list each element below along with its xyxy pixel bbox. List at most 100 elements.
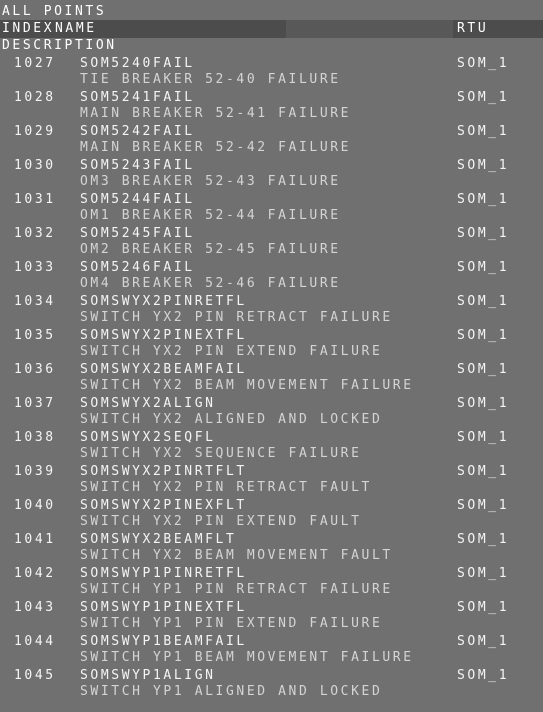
point-description: SWITCH YP1 PIN EXTEND FAILURE [80, 616, 383, 631]
point-rtu: SOM_1 [457, 634, 510, 649]
point-name: SOM5243FAIL [80, 158, 195, 173]
list-item[interactable]: 1036 SOMSWYX2BEAMFAIL SOM_1 SWITCH YX2 BEAM… [0, 360, 543, 394]
point-index: 1037 [14, 396, 56, 411]
point-description: OM4 BREAKER 52-46 FAILURE [80, 276, 341, 291]
list-item[interactable]: 1045 SOMSWYP1ALIGN SOM_1 SWITCH YP1 ALIGNED… [0, 666, 543, 700]
point-description: SWITCH YX2 PIN RETRACT FAULT [80, 480, 372, 495]
column-header: INDEX NAME RTU DESCRIPTION [0, 20, 543, 54]
point-index: 1035 [14, 328, 56, 343]
point-name: SOM5242FAIL [80, 124, 195, 139]
point-description: OM2 BREAKER 52-45 FAILURE [80, 242, 341, 257]
point-rtu: SOM_1 [457, 328, 510, 343]
list-item[interactable]: 1035 SOMSWYX2PINEXTFL SOM_1 SWITCH YX2 PIN … [0, 326, 543, 360]
list-item[interactable]: 1028 SOM5241FAIL SOM_1 MAIN BREAKER 52-41 F… [0, 88, 543, 122]
point-rtu: SOM_1 [457, 56, 510, 71]
point-name: SOMSWYX2SEQFL [80, 430, 216, 445]
point-rtu: SOM_1 [457, 362, 510, 377]
point-description: SWITCH YX2 PIN EXTEND FAULT [80, 514, 362, 529]
point-name: SOM5241FAIL [80, 90, 195, 105]
list-item[interactable]: 1043 SOMSWYP1PINEXTFL SOM_1 SWITCH YP1 PIN … [0, 598, 543, 632]
point-index: 1029 [14, 124, 56, 139]
list-item[interactable]: 1027 SOM5240FAIL SOM_1 TIE BREAKER 52-40 FA… [0, 54, 543, 88]
point-index: 1027 [14, 56, 56, 71]
point-rtu: SOM_1 [457, 600, 510, 615]
point-name: SOM5245FAIL [80, 226, 195, 241]
point-description: SWITCH YX2 BEAM MOVEMENT FAILURE [80, 378, 414, 393]
point-rtu: SOM_1 [457, 294, 510, 309]
list-item[interactable]: 1030 SOM5243FAIL SOM_1 OM3 BREAKER 52-43 FA… [0, 156, 543, 190]
point-rtu: SOM_1 [457, 260, 510, 275]
point-name: SOMSWYX2PINEXTFL [80, 328, 247, 343]
point-description: MAIN BREAKER 52-42 FAILURE [80, 140, 352, 155]
column-header-name[interactable]: NAME [55, 21, 97, 37]
point-index: 1045 [14, 668, 56, 683]
list-item[interactable]: 1032 SOM5245FAIL SOM_1 OM2 BREAKER 52-45 FA… [0, 224, 543, 258]
point-description: SWITCH YX2 BEAM MOVEMENT FAULT [80, 548, 393, 563]
point-description: SWITCH YX2 SEQUENCE FAILURE [80, 446, 362, 461]
list-item[interactable]: 1037 SOMSWYX2ALIGN SOM_1 SWITCH YX2 ALIGNED… [0, 394, 543, 428]
point-description: SWITCH YX2 PIN EXTEND FAILURE [80, 344, 383, 359]
point-description: SWITCH YP1 BEAM MOVEMENT FAILURE [80, 650, 414, 665]
point-rtu: SOM_1 [457, 158, 510, 173]
point-index: 1030 [14, 158, 56, 173]
list-item[interactable]: 1029 SOM5242FAIL SOM_1 MAIN BREAKER 52-42 F… [0, 122, 543, 156]
list-item[interactable]: 1041 SOMSWYX2BEAMFLT SOM_1 SWITCH YX2 BEAM … [0, 530, 543, 564]
header-band-middle [286, 20, 453, 38]
point-index: 1036 [14, 362, 56, 377]
point-rtu: SOM_1 [457, 430, 510, 445]
point-index: 1032 [14, 226, 56, 241]
point-name: SOMSWYX2PINRTFLT [80, 464, 247, 479]
screen-title: ALL POINTS [2, 4, 107, 19]
point-name: SOM5240FAIL [80, 56, 195, 71]
point-description: SWITCH YX2 PIN RETRACT FAILURE [80, 310, 393, 325]
point-rtu: SOM_1 [457, 532, 510, 547]
point-name: SOMSWYX2BEAMFAIL [80, 362, 247, 377]
point-name: SOM5246FAIL [80, 260, 195, 275]
point-rtu: SOM_1 [457, 124, 510, 139]
point-index: 1044 [14, 634, 56, 649]
list-item[interactable]: 1044 SOMSWYP1BEAMFAIL SOM_1 SWITCH YP1 BEAM… [0, 632, 543, 666]
point-index: 1040 [14, 498, 56, 513]
point-description: OM3 BREAKER 52-43 FAILURE [80, 174, 341, 189]
point-rtu: SOM_1 [457, 192, 510, 207]
point-index: 1033 [14, 260, 56, 275]
point-name: SOMSWYX2BEAMFLT [80, 532, 237, 547]
point-rtu: SOM_1 [457, 566, 510, 581]
point-name: SOMSWYP1PINRETFL [80, 566, 247, 581]
points-list: 1027 SOM5240FAIL SOM_1 TIE BREAKER 52-40 FA… [0, 54, 543, 700]
point-rtu: SOM_1 [457, 464, 510, 479]
point-index: 1041 [14, 532, 56, 547]
point-description: SWITCH YP1 PIN RETRACT FAILURE [80, 582, 393, 597]
column-header-index[interactable]: INDEX [2, 21, 54, 37]
list-item[interactable]: 1033 SOM5246FAIL SOM_1 OM4 BREAKER 52-46 FA… [0, 258, 543, 292]
point-description: SWITCH YP1 ALIGNED AND LOCKED [80, 684, 383, 699]
point-index: 1028 [14, 90, 56, 105]
point-description: OM1 BREAKER 52-44 FAILURE [80, 208, 341, 223]
point-name: SOMSWYX2PINEXFLT [80, 498, 247, 513]
list-item[interactable]: 1031 SOM5244FAIL SOM_1 OM1 BREAKER 52-44 FA… [0, 190, 543, 224]
point-index: 1034 [14, 294, 56, 309]
point-description: TIE BREAKER 52-40 FAILURE [80, 72, 341, 87]
point-rtu: SOM_1 [457, 226, 510, 241]
point-name: SOMSWYX2PINRETFL [80, 294, 247, 309]
column-header-rtu[interactable]: RTU [457, 21, 488, 37]
point-index: 1031 [14, 192, 56, 207]
point-index: 1042 [14, 566, 56, 581]
list-item[interactable]: 1038 SOMSWYX2SEQFL SOM_1 SWITCH YX2 SEQUENC… [0, 428, 543, 462]
list-item[interactable]: 1039 SOMSWYX2PINRTFLT SOM_1 SWITCH YX2 PIN … [0, 462, 543, 496]
point-description: MAIN BREAKER 52-41 FAILURE [80, 106, 352, 121]
point-name: SOMSWYP1PINEXTFL [80, 600, 247, 615]
point-index: 1039 [14, 464, 56, 479]
column-header-description[interactable]: DESCRIPTION [2, 38, 117, 54]
point-name: SOM5244FAIL [80, 192, 195, 207]
point-rtu: SOM_1 [457, 90, 510, 105]
point-index: 1043 [14, 600, 56, 615]
list-item[interactable]: 1042 SOMSWYP1PINRETFL SOM_1 SWITCH YP1 PIN … [0, 564, 543, 598]
point-name: SOMSWYP1ALIGN [80, 668, 216, 683]
point-description: SWITCH YX2 ALIGNED AND LOCKED [80, 412, 383, 427]
point-index: 1038 [14, 430, 56, 445]
list-item[interactable]: 1034 SOMSWYX2PINRETFL SOM_1 SWITCH YX2 PIN … [0, 292, 543, 326]
list-item[interactable]: 1040 SOMSWYX2PINEXFLT SOM_1 SWITCH YX2 PIN … [0, 496, 543, 530]
point-name: SOMSWYX2ALIGN [80, 396, 216, 411]
point-name: SOMSWYP1BEAMFAIL [80, 634, 247, 649]
